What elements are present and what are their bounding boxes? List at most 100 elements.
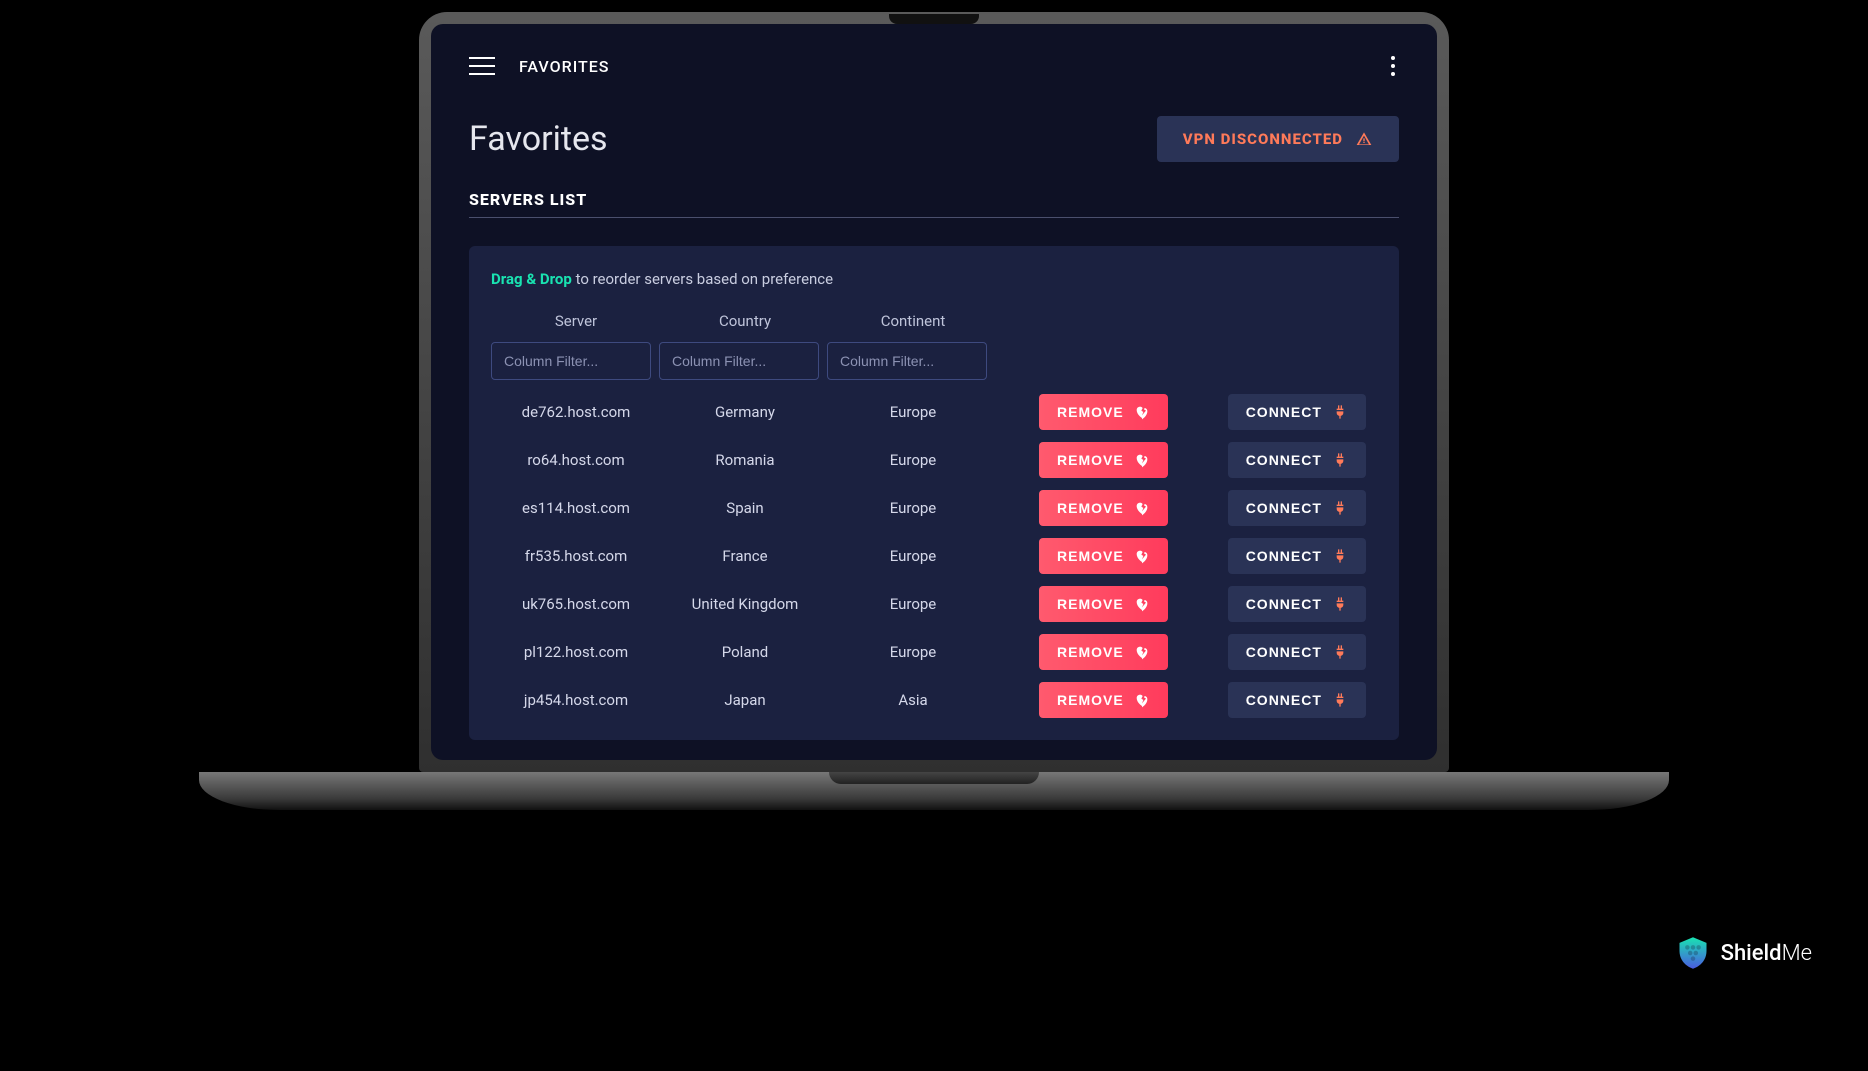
laptop-bezel: FAVORITES Favorites VPN DISCONNECTED SER… (419, 12, 1449, 772)
connect-button[interactable]: CONNECT (1228, 442, 1366, 478)
table-row[interactable]: ro64.host.comRomaniaEurope REMOVE CONNECT (491, 436, 1377, 484)
column-header-country: Country (661, 306, 829, 340)
row-actions: REMOVE CONNECT (997, 586, 1377, 622)
heart-broken-icon (1134, 404, 1150, 420)
cell-country: Spain (661, 499, 829, 517)
cell-continent: Europe (829, 547, 997, 565)
cell-server: de762.host.com (491, 403, 661, 421)
connect-label: CONNECT (1246, 692, 1322, 708)
cell-continent: Europe (829, 643, 997, 661)
connect-button[interactable]: CONNECT (1228, 394, 1366, 430)
connect-button[interactable]: CONNECT (1228, 634, 1366, 670)
row-actions: REMOVE CONNECT (997, 490, 1377, 526)
connect-button[interactable]: CONNECT (1228, 586, 1366, 622)
connect-label: CONNECT (1246, 500, 1322, 516)
cell-continent: Europe (829, 403, 997, 421)
heart-broken-icon (1134, 596, 1150, 612)
table-row[interactable]: uk765.host.comUnited KingdomEuropeREMOVE… (491, 580, 1377, 628)
cell-continent: Asia (829, 691, 997, 709)
row-actions: REMOVE CONNECT (997, 682, 1377, 718)
cell-server: uk765.host.com (491, 595, 661, 613)
column-header-continent: Continent (829, 306, 997, 340)
table-row[interactable]: jp454.host.comJapanAsiaREMOVECONNECT (491, 676, 1377, 724)
cell-country: United Kingdom (661, 595, 829, 613)
heart-broken-icon (1134, 692, 1150, 708)
table-body: de762.host.comGermanyEuropeREMOVECONNECT… (491, 388, 1377, 724)
laptop-frame: FAVORITES Favorites VPN DISCONNECTED SER… (384, 12, 1484, 810)
table-row[interactable]: fr535.host.comFranceEurope REMOVE CONNECT (491, 532, 1377, 580)
cell-country: Poland (661, 643, 829, 661)
row-actions: REMOVE CONNECT (997, 394, 1377, 430)
remove-button[interactable]: REMOVE (1039, 538, 1168, 574)
cell-server: fr535.host.com (491, 547, 661, 565)
plug-icon (1332, 644, 1348, 660)
remove-button[interactable]: REMOVE (1039, 586, 1168, 622)
remove-button[interactable]: REMOVE (1039, 634, 1168, 670)
warning-icon (1355, 131, 1373, 147)
table-header: Server Country Continent (491, 306, 1377, 340)
remove-label: REMOVE (1057, 596, 1124, 612)
reorder-hint: Drag & Drop to reorder servers based on … (491, 270, 1377, 288)
remove-button[interactable]: REMOVE (1039, 442, 1168, 478)
remove-label: REMOVE (1057, 692, 1124, 708)
connect-label: CONNECT (1246, 404, 1322, 420)
table-row[interactable]: pl122.host.comPolandEurope REMOVE CONNECT (491, 628, 1377, 676)
cell-server: pl122.host.com (491, 643, 661, 661)
servers-panel: Drag & Drop to reorder servers based on … (469, 246, 1399, 740)
column-filters (491, 342, 1377, 380)
cell-continent: Europe (829, 595, 997, 613)
row-actions: REMOVE CONNECT (997, 442, 1377, 478)
reorder-hint-rest: to reorder servers based on preference (572, 270, 833, 288)
remove-button[interactable]: REMOVE (1039, 682, 1168, 718)
filter-country-input[interactable] (659, 342, 819, 380)
laptop-notch (889, 14, 979, 24)
cell-server: jp454.host.com (491, 691, 661, 709)
cell-country: France (661, 547, 829, 565)
remove-label: REMOVE (1057, 644, 1124, 660)
brand-logo: ShieldMe (1675, 935, 1812, 971)
plug-icon (1332, 548, 1348, 564)
plug-icon (1332, 452, 1348, 468)
topbar-title: FAVORITES (519, 57, 609, 76)
plug-icon (1332, 692, 1348, 708)
shield-icon (1675, 935, 1711, 971)
filter-server-input[interactable] (491, 342, 651, 380)
plug-icon (1332, 500, 1348, 516)
filter-continent-input[interactable] (827, 342, 987, 380)
row-actions: REMOVE CONNECT (997, 538, 1377, 574)
hamburger-menu-icon[interactable] (469, 57, 495, 75)
cell-country: Romania (661, 451, 829, 469)
remove-button[interactable]: REMOVE (1039, 394, 1168, 430)
table-row[interactable]: de762.host.comGermanyEurope REMOVE CONNECT (491, 388, 1377, 436)
topbar: FAVORITES (469, 52, 1399, 80)
topbar-left: FAVORITES (469, 57, 609, 76)
heart-broken-icon (1134, 644, 1150, 660)
heart-broken-icon (1134, 452, 1150, 468)
connect-button[interactable]: CONNECT (1228, 490, 1366, 526)
cell-continent: Europe (829, 451, 997, 469)
connect-label: CONNECT (1246, 452, 1322, 468)
remove-button[interactable]: REMOVE (1039, 490, 1168, 526)
remove-label: REMOVE (1057, 404, 1124, 420)
more-menu-icon[interactable] (1387, 52, 1399, 80)
row-actions: REMOVE CONNECT (997, 634, 1377, 670)
brand-name: ShieldMe (1721, 941, 1812, 966)
connect-label: CONNECT (1246, 644, 1322, 660)
section-label: SERVERS LIST (469, 190, 1399, 218)
plug-icon (1332, 404, 1348, 420)
plug-icon (1332, 596, 1348, 612)
remove-label: REMOVE (1057, 500, 1124, 516)
cell-continent: Europe (829, 499, 997, 517)
heart-broken-icon (1134, 548, 1150, 564)
vpn-status-text: VPN DISCONNECTED (1183, 130, 1343, 148)
connect-label: CONNECT (1246, 596, 1322, 612)
remove-label: REMOVE (1057, 452, 1124, 468)
cell-country: Germany (661, 403, 829, 421)
cell-server: ro64.host.com (491, 451, 661, 469)
table-row[interactable]: es114.host.comSpainEuropeREMOVECONNECT (491, 484, 1377, 532)
remove-label: REMOVE (1057, 548, 1124, 564)
connect-button[interactable]: CONNECT (1228, 538, 1366, 574)
page-title: Favorites (469, 119, 608, 159)
connect-button[interactable]: CONNECT (1228, 682, 1366, 718)
vpn-status-badge[interactable]: VPN DISCONNECTED (1157, 116, 1399, 162)
